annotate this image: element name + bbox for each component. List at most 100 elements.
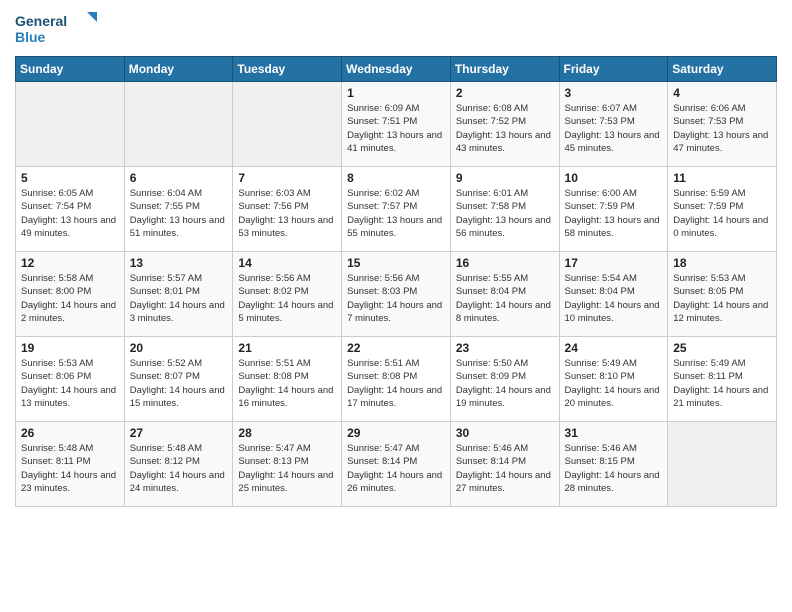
day-number: 29: [347, 426, 445, 440]
day-number: 15: [347, 256, 445, 270]
day-number: 7: [238, 171, 336, 185]
day-number: 23: [456, 341, 554, 355]
day-info: Sunrise: 5:53 AMSunset: 8:06 PMDaylight:…: [21, 357, 119, 410]
calendar-cell: 15 Sunrise: 5:56 AMSunset: 8:03 PMDayligh…: [342, 252, 451, 337]
calendar-cell: 28 Sunrise: 5:47 AMSunset: 8:13 PMDayligh…: [233, 422, 342, 507]
weekday-header-sunday: Sunday: [16, 57, 125, 82]
calendar-cell: 23 Sunrise: 5:50 AMSunset: 8:09 PMDayligh…: [450, 337, 559, 422]
day-info: Sunrise: 6:07 AMSunset: 7:53 PMDaylight:…: [565, 102, 663, 155]
day-info: Sunrise: 6:01 AMSunset: 7:58 PMDaylight:…: [456, 187, 554, 240]
day-info: Sunrise: 5:50 AMSunset: 8:09 PMDaylight:…: [456, 357, 554, 410]
day-number: 30: [456, 426, 554, 440]
calendar-cell: [124, 82, 233, 167]
calendar-cell: 5Sunrise: 6:05 AMSunset: 7:54 PMDaylight…: [16, 167, 125, 252]
day-number: 1: [347, 86, 445, 100]
calendar-cell: 3Sunrise: 6:07 AMSunset: 7:53 PMDaylight…: [559, 82, 668, 167]
day-info: Sunrise: 6:05 AMSunset: 7:54 PMDaylight:…: [21, 187, 119, 240]
day-info: Sunrise: 5:47 AMSunset: 8:13 PMDaylight:…: [238, 442, 336, 495]
day-number: 28: [238, 426, 336, 440]
calendar-cell: 29 Sunrise: 5:47 AMSunset: 8:14 PMDayligh…: [342, 422, 451, 507]
calendar-cell: 10 Sunrise: 6:00 AMSunset: 7:59 PMDayligh…: [559, 167, 668, 252]
day-info: Sunrise: 5:49 AMSunset: 8:11 PMDaylight:…: [673, 357, 771, 410]
day-info: Sunrise: 5:46 AMSunset: 8:15 PMDaylight:…: [565, 442, 663, 495]
weekday-header-saturday: Saturday: [668, 57, 777, 82]
day-info: Sunrise: 5:56 AMSunset: 8:03 PMDaylight:…: [347, 272, 445, 325]
day-number: 26: [21, 426, 119, 440]
day-number: 31: [565, 426, 663, 440]
calendar-cell: [233, 82, 342, 167]
day-number: 24: [565, 341, 663, 355]
day-info: Sunrise: 5:52 AMSunset: 8:07 PMDaylight:…: [130, 357, 228, 410]
day-number: 4: [673, 86, 771, 100]
weekday-header-row: SundayMondayTuesdayWednesdayThursdayFrid…: [16, 57, 777, 82]
calendar-cell: 19Sunrise: 5:53 AMSunset: 8:06 PMDayligh…: [16, 337, 125, 422]
day-info: Sunrise: 5:54 AMSunset: 8:04 PMDaylight:…: [565, 272, 663, 325]
weekday-header-friday: Friday: [559, 57, 668, 82]
calendar-cell: 18 Sunrise: 5:53 AMSunset: 8:05 PMDayligh…: [668, 252, 777, 337]
calendar-container: General Blue SundayMondayTuesdayWednesda…: [0, 0, 792, 522]
day-info: Sunrise: 6:06 AMSunset: 7:53 PMDaylight:…: [673, 102, 771, 155]
week-row-3: 12Sunrise: 5:58 AMSunset: 8:00 PMDayligh…: [16, 252, 777, 337]
day-info: Sunrise: 5:51 AMSunset: 8:08 PMDaylight:…: [238, 357, 336, 410]
day-info: Sunrise: 6:08 AMSunset: 7:52 PMDaylight:…: [456, 102, 554, 155]
calendar-cell: 30 Sunrise: 5:46 AMSunset: 8:14 PMDayligh…: [450, 422, 559, 507]
svg-text:Blue: Blue: [15, 29, 46, 45]
calendar-cell: 17 Sunrise: 5:54 AMSunset: 8:04 PMDayligh…: [559, 252, 668, 337]
logo: General Blue: [15, 10, 105, 48]
day-number: 10: [565, 171, 663, 185]
calendar-cell: 27 Sunrise: 5:48 AMSunset: 8:12 PMDayligh…: [124, 422, 233, 507]
day-info: Sunrise: 5:51 AMSunset: 8:08 PMDaylight:…: [347, 357, 445, 410]
day-info: Sunrise: 5:53 AMSunset: 8:05 PMDaylight:…: [673, 272, 771, 325]
day-number: 21: [238, 341, 336, 355]
calendar-cell: 9Sunrise: 6:01 AMSunset: 7:58 PMDaylight…: [450, 167, 559, 252]
calendar-cell: 4 Sunrise: 6:06 AMSunset: 7:53 PMDaylight…: [668, 82, 777, 167]
day-number: 17: [565, 256, 663, 270]
calendar-cell: 25 Sunrise: 5:49 AMSunset: 8:11 PMDayligh…: [668, 337, 777, 422]
calendar-cell: 22 Sunrise: 5:51 AMSunset: 8:08 PMDayligh…: [342, 337, 451, 422]
day-number: 18: [673, 256, 771, 270]
calendar-cell: 20Sunrise: 5:52 AMSunset: 8:07 PMDayligh…: [124, 337, 233, 422]
week-row-2: 5Sunrise: 6:05 AMSunset: 7:54 PMDaylight…: [16, 167, 777, 252]
calendar-cell: [668, 422, 777, 507]
day-info: Sunrise: 5:56 AMSunset: 8:02 PMDaylight:…: [238, 272, 336, 325]
calendar-cell: 16Sunrise: 5:55 AMSunset: 8:04 PMDayligh…: [450, 252, 559, 337]
calendar-cell: 2 Sunrise: 6:08 AMSunset: 7:52 PMDaylight…: [450, 82, 559, 167]
day-number: 14: [238, 256, 336, 270]
calendar-cell: 14 Sunrise: 5:56 AMSunset: 8:02 PMDayligh…: [233, 252, 342, 337]
calendar-cell: 31 Sunrise: 5:46 AMSunset: 8:15 PMDayligh…: [559, 422, 668, 507]
day-number: 2: [456, 86, 554, 100]
calendar-cell: 8 Sunrise: 6:02 AMSunset: 7:57 PMDaylight…: [342, 167, 451, 252]
day-info: Sunrise: 5:57 AMSunset: 8:01 PMDaylight:…: [130, 272, 228, 325]
day-info: Sunrise: 5:47 AMSunset: 8:14 PMDaylight:…: [347, 442, 445, 495]
calendar-cell: 26 Sunrise: 5:48 AMSunset: 8:11 PMDayligh…: [16, 422, 125, 507]
day-info: Sunrise: 6:00 AMSunset: 7:59 PMDaylight:…: [565, 187, 663, 240]
svg-text:General: General: [15, 13, 67, 29]
calendar-cell: 21 Sunrise: 5:51 AMSunset: 8:08 PMDayligh…: [233, 337, 342, 422]
weekday-header-thursday: Thursday: [450, 57, 559, 82]
day-info: Sunrise: 5:49 AMSunset: 8:10 PMDaylight:…: [565, 357, 663, 410]
logo-svg: General Blue: [15, 10, 105, 48]
week-row-1: 1 Sunrise: 6:09 AMSunset: 7:51 PMDaylight…: [16, 82, 777, 167]
day-info: Sunrise: 5:48 AMSunset: 8:12 PMDaylight:…: [130, 442, 228, 495]
day-info: Sunrise: 6:02 AMSunset: 7:57 PMDaylight:…: [347, 187, 445, 240]
day-info: Sunrise: 6:03 AMSunset: 7:56 PMDaylight:…: [238, 187, 336, 240]
weekday-header-monday: Monday: [124, 57, 233, 82]
day-number: 27: [130, 426, 228, 440]
week-row-5: 26 Sunrise: 5:48 AMSunset: 8:11 PMDayligh…: [16, 422, 777, 507]
calendar-cell: 24 Sunrise: 5:49 AMSunset: 8:10 PMDayligh…: [559, 337, 668, 422]
calendar-cell: 6Sunrise: 6:04 AMSunset: 7:55 PMDaylight…: [124, 167, 233, 252]
day-number: 25: [673, 341, 771, 355]
day-number: 8: [347, 171, 445, 185]
day-number: 22: [347, 341, 445, 355]
calendar-cell: [16, 82, 125, 167]
calendar-cell: 11Sunrise: 5:59 AMSunset: 7:59 PMDayligh…: [668, 167, 777, 252]
header: General Blue: [15, 10, 777, 48]
day-number: 6: [130, 171, 228, 185]
day-info: Sunrise: 5:48 AMSunset: 8:11 PMDaylight:…: [21, 442, 119, 495]
day-info: Sunrise: 5:46 AMSunset: 8:14 PMDaylight:…: [456, 442, 554, 495]
day-info: Sunrise: 6:09 AMSunset: 7:51 PMDaylight:…: [347, 102, 445, 155]
calendar-cell: 12Sunrise: 5:58 AMSunset: 8:00 PMDayligh…: [16, 252, 125, 337]
day-number: 16: [456, 256, 554, 270]
day-info: Sunrise: 5:58 AMSunset: 8:00 PMDaylight:…: [21, 272, 119, 325]
calendar-cell: 1 Sunrise: 6:09 AMSunset: 7:51 PMDaylight…: [342, 82, 451, 167]
